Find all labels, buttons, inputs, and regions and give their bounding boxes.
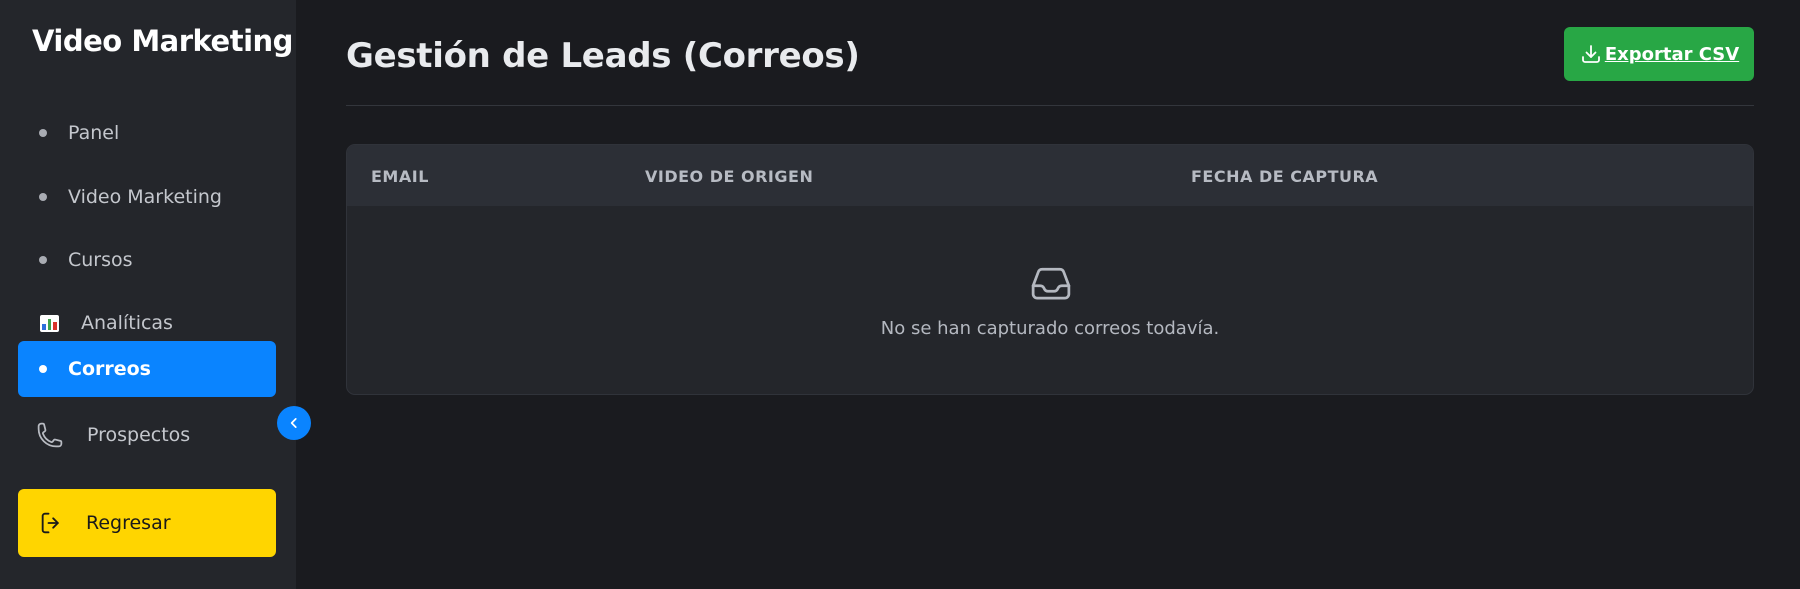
sidebar-item-video-marketing[interactable]: Video Marketing bbox=[18, 169, 276, 225]
export-csv-button[interactable]: Exportar CSV bbox=[1564, 27, 1754, 81]
bullet-icon bbox=[39, 256, 47, 264]
empty-state: No se han capturado correos todavía. bbox=[347, 206, 1753, 394]
logout-icon bbox=[41, 512, 59, 534]
app-root: Video Marketing Panel Video Marketing Cu… bbox=[0, 0, 1800, 589]
bullet-icon bbox=[39, 129, 47, 137]
sidebar-item-prospectos[interactable]: Prospectos bbox=[18, 407, 276, 463]
brand-title: Video Marketing bbox=[32, 24, 293, 58]
sidebar: Video Marketing Panel Video Marketing Cu… bbox=[0, 0, 296, 589]
column-header-video-origen: VIDEO DE ORIGEN bbox=[645, 167, 814, 186]
sidebar-item-correos[interactable]: Correos bbox=[18, 341, 276, 397]
sidebar-item-label: Cursos bbox=[68, 249, 133, 271]
chevron-left-icon bbox=[290, 418, 297, 428]
sidebar-item-label: Correos bbox=[68, 358, 151, 380]
empty-state-message: No se han capturado correos todavía. bbox=[880, 318, 1220, 339]
export-csv-label: Exportar CSV bbox=[1604, 43, 1740, 65]
leads-table: EMAIL VIDEO DE ORIGEN FECHA DE CAPTURA N… bbox=[346, 144, 1754, 395]
table-header: EMAIL VIDEO DE ORIGEN FECHA DE CAPTURA bbox=[347, 145, 1753, 206]
column-header-email: EMAIL bbox=[371, 167, 429, 186]
bullet-icon bbox=[39, 365, 47, 373]
sidebar-item-label: Analíticas bbox=[81, 312, 173, 334]
inbox-icon bbox=[1031, 267, 1071, 300]
bullet-icon bbox=[39, 193, 47, 201]
header-divider bbox=[346, 105, 1754, 106]
phone-icon bbox=[37, 422, 63, 448]
main-content: Gestión de Leads (Correos) Exportar CSV … bbox=[296, 0, 1800, 589]
back-button[interactable]: Regresar bbox=[18, 489, 276, 557]
sidebar-item-cursos[interactable]: Cursos bbox=[18, 232, 276, 288]
sidebar-item-panel[interactable]: Panel bbox=[18, 105, 276, 161]
page-title: Gestión de Leads (Correos) bbox=[346, 36, 860, 76]
bar-chart-icon bbox=[40, 314, 59, 332]
sidebar-item-label: Prospectos bbox=[87, 424, 191, 446]
sidebar-collapse-button[interactable] bbox=[277, 406, 311, 440]
sidebar-item-label: Video Marketing bbox=[68, 186, 222, 208]
download-icon bbox=[1581, 45, 1600, 63]
sidebar-item-label: Panel bbox=[68, 122, 120, 144]
column-header-fecha-captura: FECHA DE CAPTURA bbox=[1191, 167, 1379, 186]
back-button-label: Regresar bbox=[86, 512, 171, 534]
